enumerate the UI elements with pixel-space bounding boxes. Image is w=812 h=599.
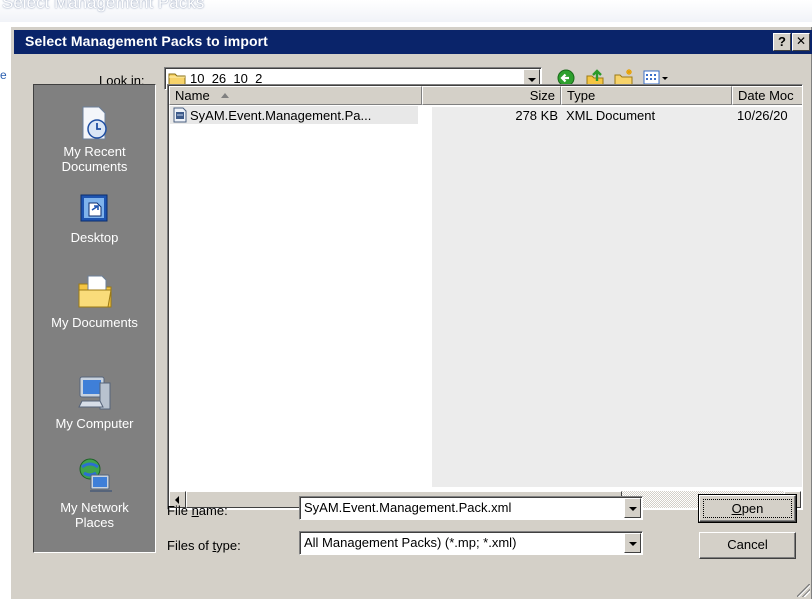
file-type: XML Document — [566, 108, 656, 123]
sort-ascending-icon — [221, 93, 230, 98]
place-my-documents[interactable]: My Documents — [34, 272, 155, 330]
places-bar: My Recent Documents Desktop My Documents — [33, 84, 156, 553]
background-window-title: Select Management Packs — [2, 0, 205, 12]
background-window-titlebar: Select Management Packs — [0, 0, 812, 22]
file-name-value: SyAM.Event.Management.Pack.xml — [304, 500, 512, 515]
background-window-edge-text: e — [0, 68, 7, 82]
column-header-size[interactable]: Size — [422, 86, 561, 105]
place-label: My Computer — [55, 416, 134, 431]
chevron-down-icon[interactable] — [624, 533, 641, 553]
file-type-label: Files of type: — [167, 538, 241, 553]
dialog-titlebar[interactable]: Select Management Packs to import ? ✕ — [14, 30, 812, 54]
network-places-icon — [79, 458, 112, 492]
my-documents-icon — [78, 275, 112, 308]
file-name-input[interactable]: SyAM.Event.Management.Pack.xml — [299, 496, 643, 520]
column-header-type[interactable]: Type — [561, 86, 732, 105]
place-label: My Network Places — [60, 500, 129, 530]
help-button[interactable]: ? — [773, 33, 791, 51]
place-label: Desktop — [70, 230, 119, 245]
xml-file-icon — [172, 107, 188, 126]
place-recent-documents[interactable]: My Recent Documents — [34, 105, 155, 174]
dialog-title: Select Management Packs to import — [25, 33, 268, 49]
place-network-places[interactable]: My Network Places — [34, 457, 155, 530]
my-computer-icon — [77, 376, 110, 410]
place-my-computer[interactable]: My Computer — [34, 375, 155, 431]
file-date: 10/26/20 — [737, 108, 788, 123]
list-empty-area — [432, 107, 802, 487]
file-type-dropdown[interactable]: All Management Packs) (*.mp; *.xml) — [299, 531, 643, 555]
file-size: 278 KB — [515, 108, 558, 123]
column-header-date[interactable]: Date Moc — [732, 86, 802, 105]
chevron-down-icon[interactable] — [624, 498, 641, 518]
column-header-name[interactable]: Name — [169, 86, 422, 105]
open-button-label: Open — [703, 499, 792, 518]
close-button[interactable]: ✕ — [792, 33, 810, 51]
open-file-dialog: Select Management Packs to import ? ✕ Lo… — [10, 26, 812, 599]
place-desktop[interactable]: Desktop — [34, 191, 155, 245]
cancel-button[interactable]: Cancel — [699, 532, 796, 559]
place-label: My Recent Documents — [61, 144, 128, 174]
recent-documents-icon — [82, 106, 107, 140]
resize-grip-icon[interactable] — [797, 584, 810, 597]
close-icon: ✕ — [795, 34, 807, 48]
file-name[interactable]: SyAM.Event.Management.Pa... — [190, 108, 371, 123]
file-type-value: All Management Packs) (*.mp; *.xml) — [304, 535, 517, 550]
open-button[interactable]: Open — [698, 494, 797, 523]
place-label: My Documents — [51, 315, 138, 330]
file-list[interactable]: Name Size Type Date Moc SyAM.Event.Manag… — [167, 84, 803, 510]
desktop-icon — [80, 194, 107, 222]
file-name-label: File name: — [167, 503, 228, 518]
